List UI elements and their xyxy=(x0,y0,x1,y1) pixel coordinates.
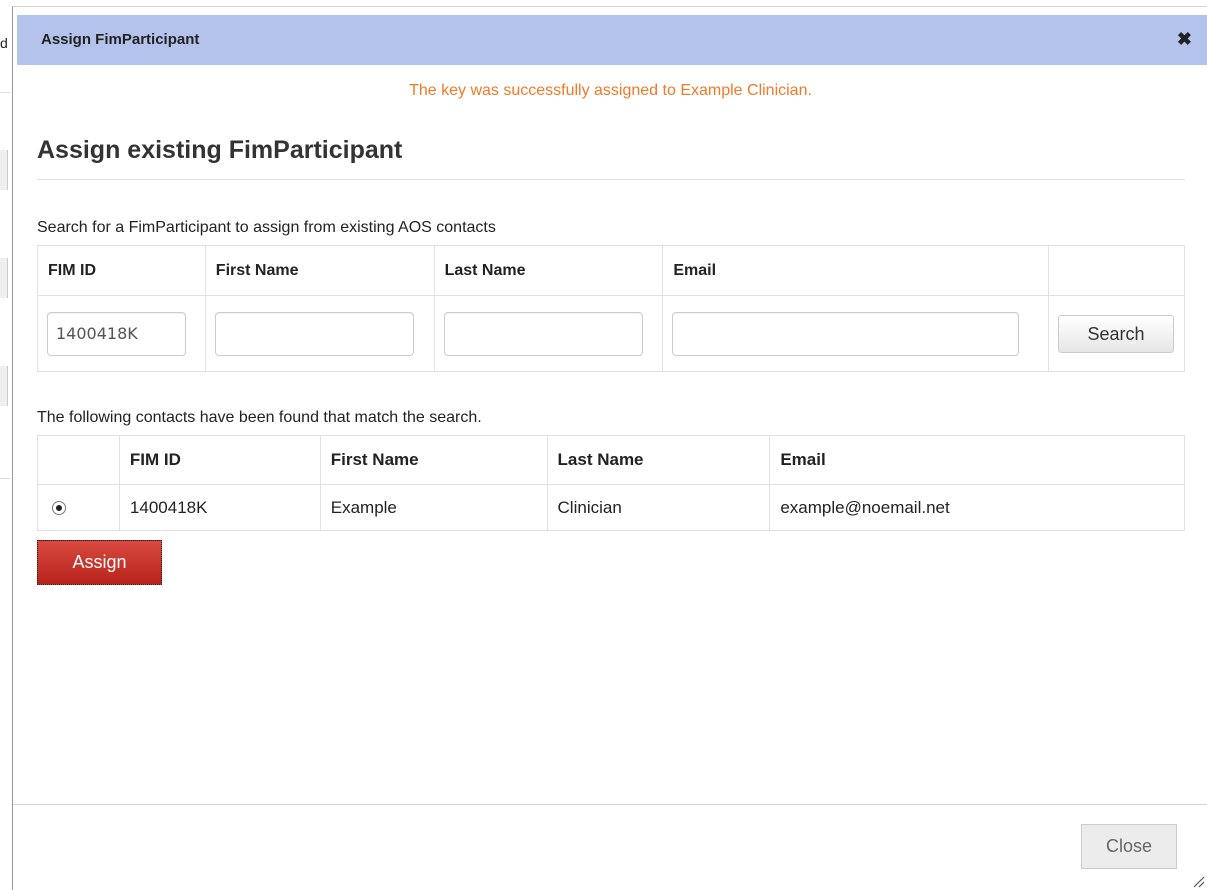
result-fim-id: 1400418K xyxy=(118,484,321,531)
email-input[interactable] xyxy=(672,311,1020,356)
dialog-title: Assign FimParticipant xyxy=(41,31,200,48)
background-divider xyxy=(0,92,10,93)
results-header-first-name: First Name xyxy=(319,435,548,485)
table-row[interactable]: 1400418K Example Clinician example@noema… xyxy=(37,484,1185,531)
background-page: d xyxy=(0,0,12,890)
close-button[interactable]: Close xyxy=(1081,824,1177,869)
last-name-input[interactable] xyxy=(443,311,643,356)
fim-id-cell xyxy=(37,295,206,372)
section-title: Assign existing FimParticipant xyxy=(37,136,403,164)
background-element xyxy=(0,366,8,406)
background-element xyxy=(0,150,8,190)
search-caption: Search for a FimParticipant to assign fr… xyxy=(37,219,496,236)
footer-divider xyxy=(13,804,1207,805)
search-input-row: Search xyxy=(37,295,1185,372)
result-last-name: Clinician xyxy=(546,484,771,531)
results-table: FIM ID First Name Last Name Email 140041… xyxy=(37,435,1185,531)
search-header-first-name: First Name xyxy=(204,245,435,296)
result-radio-button[interactable] xyxy=(52,501,66,516)
search-button-cell: Search xyxy=(1048,295,1185,372)
background-partial-text: d xyxy=(0,35,8,51)
fim-id-input[interactable] xyxy=(47,311,186,356)
search-button[interactable]: Search xyxy=(1058,314,1175,353)
email-cell xyxy=(662,295,1050,372)
background-divider xyxy=(0,478,10,479)
last-name-cell xyxy=(433,295,664,372)
background-element xyxy=(0,258,8,298)
search-header-email: Email xyxy=(662,245,1050,296)
result-first-name: Example xyxy=(319,484,548,531)
search-header-empty xyxy=(1048,245,1185,296)
results-header-select xyxy=(37,435,120,485)
results-header-fim-id: FIM ID xyxy=(118,435,321,485)
success-message: The key was successfully assigned to Exa… xyxy=(409,82,812,99)
resize-grip-icon[interactable] xyxy=(1191,874,1205,888)
search-header-row: FIM ID First Name Last Name Email xyxy=(37,245,1185,296)
results-caption: The following contacts have been found t… xyxy=(37,409,482,426)
section-divider xyxy=(37,179,1185,180)
dialog-titlebar[interactable]: Assign FimParticipant ✖ xyxy=(17,15,1207,65)
result-email: example@noemail.net xyxy=(769,484,1185,531)
search-form-table: FIM ID First Name Last Name Email Search xyxy=(37,245,1185,372)
assign-dialog: Assign FimParticipant ✖ The key was succ… xyxy=(12,6,1207,890)
results-header-last-name: Last Name xyxy=(546,435,771,485)
first-name-cell xyxy=(204,295,435,372)
first-name-input[interactable] xyxy=(214,311,414,356)
assign-button[interactable]: Assign xyxy=(37,540,162,585)
close-icon[interactable]: ✖ xyxy=(1177,30,1192,48)
search-header-fim-id: FIM ID xyxy=(37,245,206,296)
results-header-row: FIM ID First Name Last Name Email xyxy=(37,435,1185,485)
search-header-last-name: Last Name xyxy=(433,245,664,296)
result-select-cell xyxy=(37,484,120,531)
results-header-email: Email xyxy=(769,435,1185,485)
